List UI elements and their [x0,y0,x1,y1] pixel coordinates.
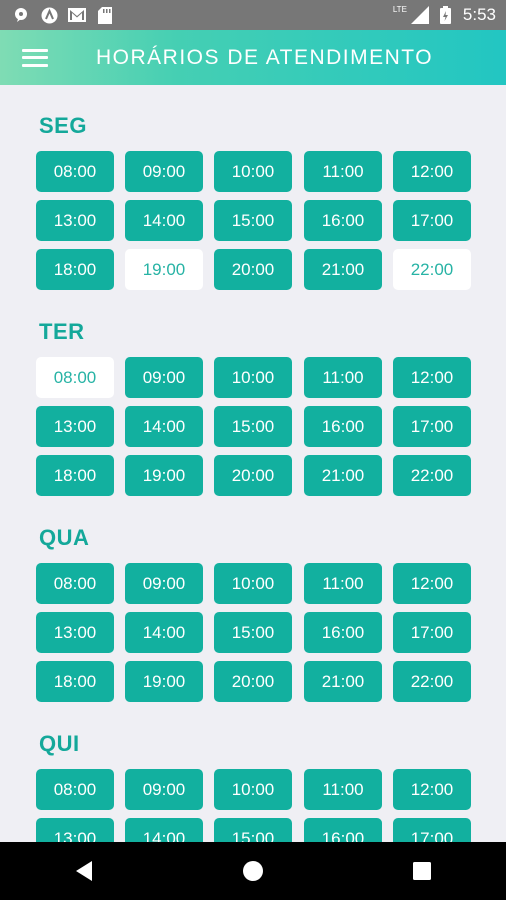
time-slot-button[interactable]: 14:00 [125,818,203,842]
signal-icon [410,6,429,24]
day-label: TER [39,319,85,344]
time-slot-button[interactable]: 21:00 [304,249,382,290]
time-slot-button[interactable]: 19:00 [125,249,203,290]
time-slot-button[interactable]: 17:00 [393,612,471,653]
time-slot-button[interactable]: 22:00 [393,249,471,290]
time-slot-button[interactable]: 21:00 [304,455,382,496]
time-slot-button[interactable]: 17:00 [393,200,471,241]
time-slot-button[interactable]: 17:00 [393,818,471,842]
time-slot-button[interactable]: 16:00 [304,406,382,447]
time-slot-button[interactable]: 12:00 [393,769,471,810]
time-slot-button[interactable]: 10:00 [214,563,292,604]
time-slot-button[interactable]: 08:00 [36,151,114,192]
schedule-list[interactable]: SEG 08:00 09:00 10:00 11:00 12:00 13:00 14:00 15… [0,85,506,842]
time-slot-button[interactable]: 17:00 [393,406,471,447]
day-label: QUA [39,525,90,550]
battery-icon [437,6,455,24]
time-slot-button[interactable]: 20:00 [214,249,292,290]
time-slot-button[interactable]: 13:00 [36,406,114,447]
time-slot-button[interactable]: 09:00 [125,769,203,810]
recents-icon[interactable] [392,842,452,900]
status-bar: LTE 5:53 [0,0,506,30]
time-slot-button[interactable]: 08:00 [36,357,114,398]
time-slot-button[interactable]: 10:00 [214,769,292,810]
time-slot-button[interactable]: 16:00 [304,200,382,241]
time-slot-button[interactable]: 09:00 [125,151,203,192]
time-slot-button[interactable]: 15:00 [214,406,292,447]
time-slot-button[interactable]: 16:00 [304,612,382,653]
time-slot-button[interactable]: 22:00 [393,455,471,496]
sd-card-icon [96,6,114,24]
time-slot-button[interactable]: 19:00 [125,661,203,702]
time-slot-button[interactable]: 13:00 [36,200,114,241]
time-slot-button[interactable]: 21:00 [304,661,382,702]
notification-icons [0,6,114,24]
time-slot-button[interactable]: 12:00 [393,563,471,604]
time-slot-button[interactable]: 12:00 [393,357,471,398]
time-slot-button[interactable]: 09:00 [125,563,203,604]
time-slot-button[interactable]: 15:00 [214,200,292,241]
time-slot-button[interactable]: 10:00 [214,357,292,398]
time-slot-button[interactable]: 22:00 [393,661,471,702]
clock: 5:53 [462,5,496,24]
chat-bubble-icon [12,6,30,24]
home-icon[interactable] [223,842,283,900]
time-slot-button[interactable]: 20:00 [214,455,292,496]
hamburger-menu-icon[interactable] [0,30,70,85]
time-slot-button[interactable]: 14:00 [125,406,203,447]
time-slot-button[interactable]: 09:00 [125,357,203,398]
time-slot-button[interactable]: 08:00 [36,563,114,604]
day-label: SEG [39,113,87,138]
time-slot-button[interactable]: 13:00 [36,612,114,653]
gmail-icon [68,6,86,24]
day-label: QUI [39,731,80,756]
time-slot-button[interactable]: 15:00 [214,818,292,842]
time-slot-button[interactable]: 11:00 [304,151,382,192]
time-slot-button[interactable]: 11:00 [304,769,382,810]
back-icon[interactable] [54,842,114,900]
time-slot-button[interactable]: 13:00 [36,818,114,842]
time-slot-button[interactable]: 18:00 [36,249,114,290]
time-slot-button[interactable]: 20:00 [214,661,292,702]
time-slot-button[interactable]: 19:00 [125,455,203,496]
app-bar: HORÁRIOS DE ATENDIMENTO [0,30,506,85]
system-nav-bar [0,842,506,900]
app-a-icon [40,6,58,24]
time-slot-button[interactable]: 16:00 [304,818,382,842]
time-slot-button[interactable]: 14:00 [125,612,203,653]
time-slot-button[interactable]: 14:00 [125,200,203,241]
time-slot-button[interactable]: 10:00 [214,151,292,192]
status-right: LTE 5:53 [393,5,506,25]
time-slot-button[interactable]: 08:00 [36,769,114,810]
time-slot-button[interactable]: 12:00 [393,151,471,192]
time-slot-button[interactable]: 11:00 [304,563,382,604]
page-title: HORÁRIOS DE ATENDIMENTO [96,45,434,69]
time-slot-button[interactable]: 11:00 [304,357,382,398]
time-slot-button[interactable]: 15:00 [214,612,292,653]
network-type: LTE [392,4,407,14]
time-slot-button[interactable]: 18:00 [36,661,114,702]
time-slot-button[interactable]: 18:00 [36,455,114,496]
